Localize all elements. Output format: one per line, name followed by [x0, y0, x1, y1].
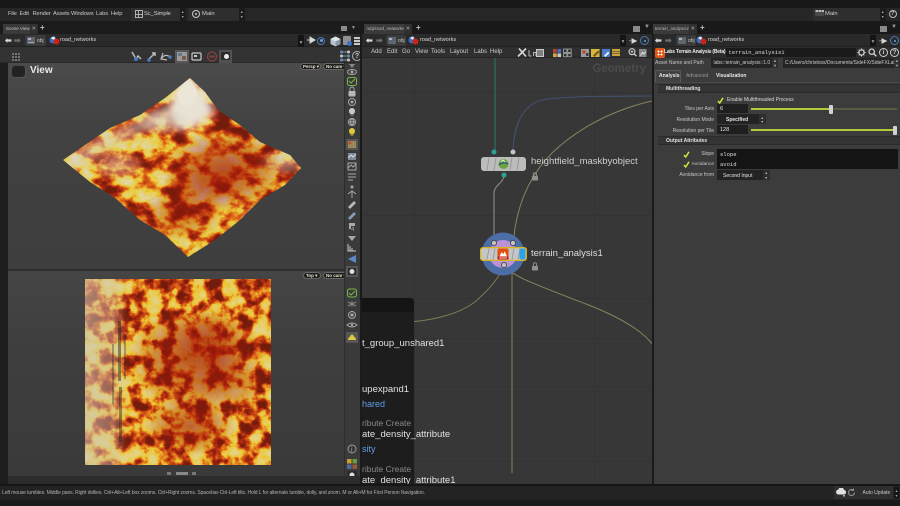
svg-text:4: 4	[351, 227, 355, 233]
